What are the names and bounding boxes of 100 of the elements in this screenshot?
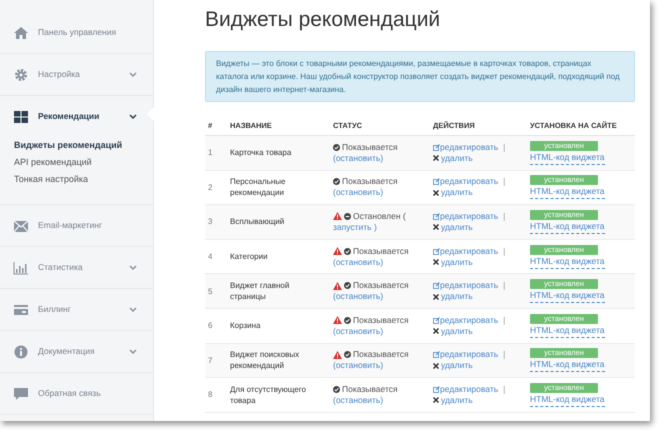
status-toggle-link[interactable]: (остановить) <box>333 256 384 268</box>
close-icon <box>433 362 439 369</box>
html-code-link[interactable]: HTML-код виджета <box>530 392 605 407</box>
edit-link[interactable]: редактировать <box>433 280 498 292</box>
delete-link[interactable]: удалить <box>433 256 473 268</box>
credit-card-icon <box>13 302 29 316</box>
status-text: Показывается <box>353 280 409 292</box>
sidebar-item[interactable]: Email-маркетинг <box>0 205 153 246</box>
status-text: Показывается <box>342 142 398 153</box>
separator-text: | <box>503 142 506 153</box>
edit-icon <box>433 282 440 290</box>
edit-link[interactable]: редактировать <box>433 384 498 395</box>
table-cell-text: Виджет главной страницы <box>230 280 290 302</box>
submenu-item[interactable]: API рекомендаций <box>0 154 153 171</box>
html-code-link[interactable]: HTML-код виджета <box>530 150 605 165</box>
close-icon <box>433 397 439 404</box>
html-code-link[interactable]: HTML-код виджета <box>530 220 605 234</box>
edit-link[interactable]: редактировать <box>433 246 498 257</box>
edit-icon <box>433 248 440 255</box>
status-text: Показывается <box>353 246 409 257</box>
status-toggle-link[interactable]: (остановить) <box>333 360 384 372</box>
chevron-down-icon <box>129 72 137 78</box>
grid-icon <box>13 110 29 124</box>
table-cell-text: Виджет поисковых рекомендаций <box>230 349 300 372</box>
row-number: 7 <box>208 354 212 366</box>
edit-icon <box>433 351 440 358</box>
close-icon <box>433 259 439 266</box>
status-toggle-link[interactable]: запустить ) <box>333 222 377 233</box>
sidebar-item[interactable]: Биллинг <box>0 289 153 330</box>
status-toggle-link[interactable]: (остановить) <box>333 152 384 164</box>
envelope-icon <box>13 218 29 232</box>
edit-icon <box>433 316 440 324</box>
sidebar-item[interactable]: Панель управления <box>0 12 153 53</box>
sidebar-item[interactable]: Настройка <box>0 54 153 95</box>
separator-text: | <box>503 349 506 360</box>
sidebar-item[interactable]: Документация <box>0 331 153 372</box>
edit-link[interactable]: редактировать <box>433 142 498 153</box>
status-text: Показывается <box>353 349 409 360</box>
submenu-item[interactable]: Тонкая настройка <box>0 171 153 188</box>
row-number: 4 <box>208 251 212 262</box>
row-number: 5 <box>208 286 212 297</box>
html-code-link[interactable]: HTML-код виджета <box>530 185 605 200</box>
close-icon <box>433 190 439 196</box>
delete-link[interactable]: удалить <box>433 222 473 233</box>
delete-link[interactable]: удалить <box>433 360 473 372</box>
sidebar-section[interactable]: Рекомендации <box>0 96 153 137</box>
close-icon <box>433 328 439 334</box>
html-code-link[interactable]: HTML-код виджета <box>530 289 605 304</box>
gear-icon <box>13 68 29 82</box>
bar-chart-icon <box>13 260 29 274</box>
submenu-item[interactable]: Виджеты рекомендаций <box>0 137 153 154</box>
close-icon <box>433 224 439 230</box>
table-cell-text: Персональные рекомендации <box>230 176 287 198</box>
status-toggle-link[interactable]: (остановить) <box>333 394 384 406</box>
status-text: Показывается <box>342 176 398 188</box>
table-cell-text: Корзина <box>230 320 262 332</box>
delete-link[interactable]: удалить <box>433 291 473 302</box>
info-icon <box>13 344 29 358</box>
edit-link[interactable]: редактировать <box>433 349 498 360</box>
status-toggle-link[interactable]: (остановить) <box>333 291 384 302</box>
row-number: 6 <box>208 320 212 332</box>
html-code-link[interactable]: HTML-код виджета <box>530 254 605 269</box>
page-title: Виджеты рекомендаций <box>205 7 440 33</box>
table-cell-text: Категории <box>230 251 269 262</box>
info-text: Виджеты — это блоки с товарными рекомендациями, размещаемые в карточках товаров, страницах каталога или корзине. Наш удобный конструктор позволяет создать виджет рекомендаций, подходящий под дизайн вашего интернет-магазина. <box>216 58 621 96</box>
edit-link[interactable]: редактировать <box>433 176 498 188</box>
row-number: 1 <box>208 147 212 158</box>
delete-link[interactable]: удалить <box>433 326 473 337</box>
separator-text: | <box>503 384 506 395</box>
separator-text: | <box>503 210 506 222</box>
chevron-down-icon <box>129 114 137 120</box>
separator-text: | <box>503 176 506 188</box>
close-icon <box>433 294 439 300</box>
chevron-down-icon <box>129 264 137 270</box>
chevron-down-icon <box>129 306 137 312</box>
chevron-down-icon <box>129 348 137 354</box>
status-toggle-link[interactable]: (остановить) <box>333 187 384 198</box>
edit-icon <box>433 144 440 151</box>
edit-icon <box>433 386 440 393</box>
close-icon <box>433 155 439 162</box>
delete-link[interactable]: удалить <box>433 394 473 406</box>
house-icon <box>13 26 29 40</box>
status-text: Показывается <box>342 384 398 395</box>
edit-icon <box>433 212 440 220</box>
edit-link[interactable]: редактировать <box>433 314 498 326</box>
status-toggle-link[interactable]: (остановить) <box>333 326 384 337</box>
delete-link[interactable]: удалить <box>433 152 473 164</box>
table-cell-text: Карточка товара <box>230 147 292 158</box>
status-text: Показывается <box>353 314 409 326</box>
html-code-link[interactable]: HTML-код виджета <box>530 358 605 372</box>
speech-bubble-icon <box>13 386 29 400</box>
separator-text: | <box>503 280 506 292</box>
row-number: 2 <box>208 182 212 193</box>
html-code-link[interactable]: HTML-код виджета <box>530 324 605 338</box>
delete-link[interactable]: удалить <box>433 187 473 198</box>
separator-text: | <box>503 314 506 326</box>
sidebar-item[interactable]: Обратная связь <box>0 373 153 414</box>
sidebar-item[interactable]: Статистика <box>0 247 153 288</box>
edit-link[interactable]: редактировать <box>433 210 498 222</box>
status-text: Остановлен ( <box>353 210 406 222</box>
